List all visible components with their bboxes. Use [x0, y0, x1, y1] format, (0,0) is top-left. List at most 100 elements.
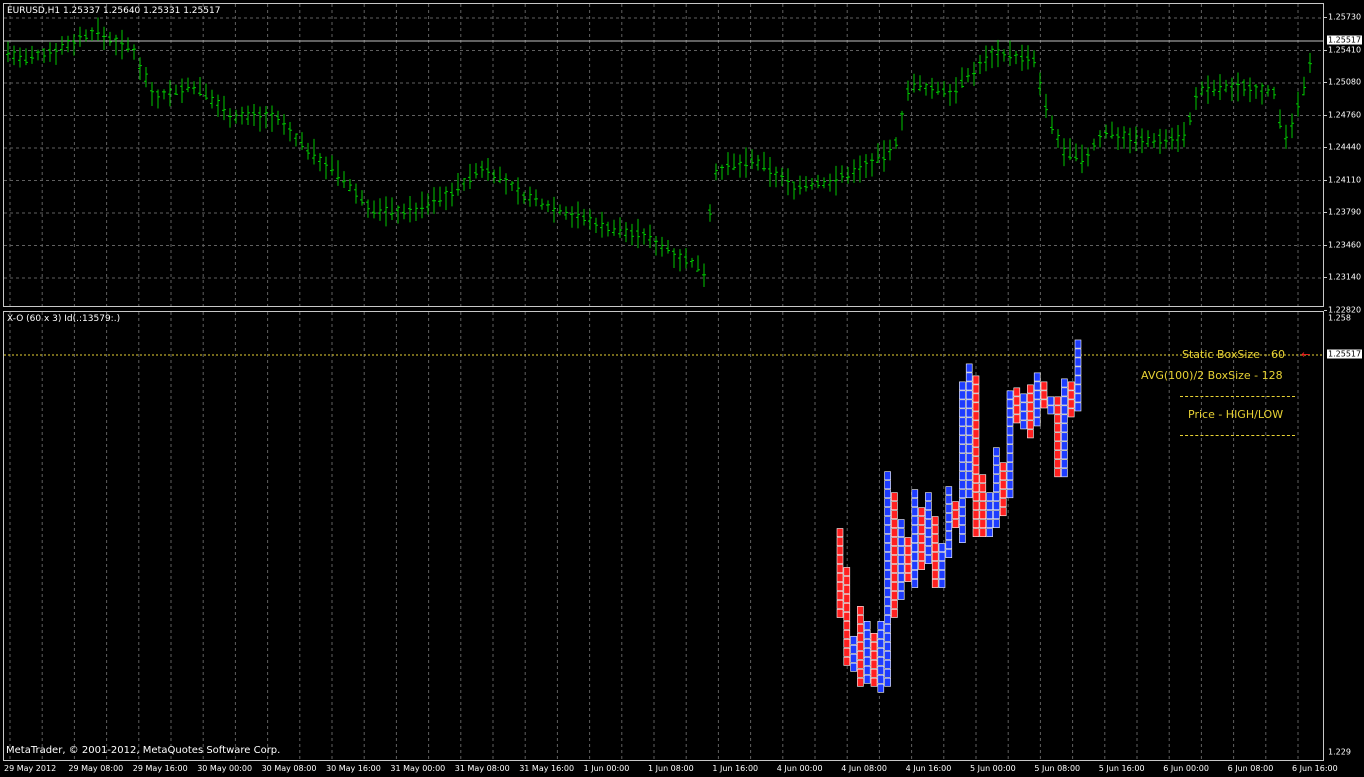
- o-box: [891, 600, 898, 609]
- price-chart-canvas[interactable]: [4, 4, 1324, 307]
- o-box: [972, 429, 980, 439]
- x-box: [911, 570, 919, 579]
- x-box: [965, 462, 973, 472]
- x-box: [884, 516, 891, 526]
- time-axis-label: 5 Jun 08:00: [1034, 764, 1081, 773]
- o-box: [891, 573, 898, 582]
- x-box: [884, 543, 891, 552]
- o-box: [870, 659, 878, 669]
- o-box: [1054, 450, 1061, 460]
- x-box: [1047, 405, 1055, 415]
- x-box: [1033, 399, 1041, 409]
- o-box: [1027, 411, 1034, 421]
- x-box: [1061, 378, 1068, 388]
- xo-current-price-label: 1.25517: [1327, 349, 1363, 359]
- x-box: [884, 480, 891, 490]
- price-axis-label: 1.25410: [1328, 45, 1362, 54]
- o-box: [918, 552, 925, 561]
- x-box: [884, 489, 891, 499]
- x-box: [884, 615, 891, 624]
- o-box: [843, 594, 851, 603]
- o-box: [843, 567, 851, 576]
- o-box: [972, 375, 980, 385]
- x-box: [1074, 393, 1082, 403]
- x-box: [1061, 423, 1068, 433]
- x-box: [938, 579, 946, 588]
- price-axis[interactable]: 1.25730 1.25410 1.25080 1.24760 1.24440 1.241…: [1324, 3, 1364, 314]
- x-box: [1006, 435, 1014, 445]
- x-box: [1061, 441, 1068, 451]
- o-box: [1054, 396, 1061, 406]
- x-box: [1061, 396, 1068, 406]
- x-box: [897, 519, 905, 529]
- x-box: [1061, 468, 1068, 478]
- time-axis-label: 31 May 16:00: [519, 764, 575, 773]
- o-box: [904, 564, 912, 573]
- x-box: [959, 435, 966, 445]
- o-box: [918, 534, 925, 543]
- x-box: [863, 621, 871, 630]
- x-box: [884, 471, 891, 481]
- x-box: [897, 573, 905, 582]
- x-box: [938, 552, 946, 561]
- o-box: [857, 650, 864, 660]
- x-box: [1061, 450, 1068, 460]
- xo-axis[interactable]: 1.258 1.25517 1.229: [1324, 311, 1364, 761]
- o-box: [904, 537, 912, 546]
- x-box: [884, 597, 891, 606]
- x-box: [897, 546, 905, 555]
- time-axis-label: 30 May 00:00: [197, 764, 253, 773]
- o-box: [918, 561, 925, 570]
- x-box: [877, 638, 885, 648]
- x-box: [1006, 453, 1014, 463]
- o-box: [972, 519, 980, 529]
- x-box: [863, 674, 871, 684]
- x-box: [1061, 459, 1068, 469]
- arrow-left-icon: ←: [1301, 348, 1311, 361]
- o-box: [857, 606, 864, 615]
- x-box: [877, 621, 885, 630]
- o-box: [904, 555, 912, 564]
- o-box: [972, 483, 980, 493]
- time-axis[interactable]: 29 May 2012 29 May 08:00 29 May 16:00 30 Ma…: [3, 761, 1338, 777]
- o-box: [891, 564, 898, 573]
- o-box: [999, 480, 1007, 490]
- price-chart-pane[interactable]: EURUSD,H1 1.25337 1.25640 1.25331 1.2551…: [3, 3, 1324, 307]
- metatrader-terminal: EURUSD,H1 1.25337 1.25640 1.25331 1.2551…: [0, 0, 1364, 777]
- xo-indicator-pane[interactable]: X-O (60 x 3) Id(.:13579:.): [3, 311, 1324, 761]
- xo-chart-canvas[interactable]: [4, 312, 1324, 761]
- x-box: [959, 525, 966, 535]
- xo-axis-bottom-label: 1.229: [1328, 747, 1351, 757]
- time-axis-label: 30 May 16:00: [326, 764, 381, 773]
- time-axis-label: 4 Jun 16:00: [905, 764, 952, 773]
- x-box: [911, 525, 919, 535]
- price-axis-label: 1.23140: [1328, 272, 1362, 282]
- o-box: [870, 677, 878, 687]
- x-box: [959, 426, 966, 436]
- o-box: [843, 603, 851, 612]
- x-box: [945, 540, 953, 549]
- o-box: [952, 510, 959, 520]
- x-box: [993, 501, 1000, 511]
- o-box: [891, 609, 898, 618]
- x-box: [959, 444, 966, 454]
- x-box: [959, 381, 966, 391]
- price-axis-tick: [1324, 17, 1327, 18]
- x-box: [884, 507, 891, 517]
- x-box: [925, 555, 932, 564]
- x-box: [959, 408, 966, 418]
- price-axis-tick: [1324, 244, 1327, 246]
- o-box: [857, 632, 864, 642]
- x-box: [965, 471, 973, 481]
- o-box: [1054, 423, 1061, 433]
- x-box: [897, 555, 905, 564]
- x-box: [1006, 480, 1014, 490]
- x-box: [965, 417, 973, 427]
- x-box: [863, 665, 871, 675]
- price-axis-label: 1.23460: [1328, 240, 1362, 249]
- o-box: [836, 555, 844, 564]
- x-box: [911, 561, 919, 570]
- time-axis-label: 1 Jun 16:00: [712, 764, 759, 773]
- x-box: [938, 561, 946, 570]
- time-axis-label: 6 Jun 08:00: [1227, 764, 1274, 773]
